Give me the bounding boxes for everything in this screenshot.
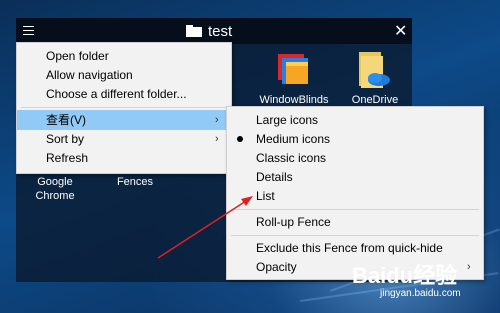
watermark-brand: Baidu经验 — [352, 263, 458, 288]
watermark-url: jingyan.baidu.com — [380, 288, 461, 299]
